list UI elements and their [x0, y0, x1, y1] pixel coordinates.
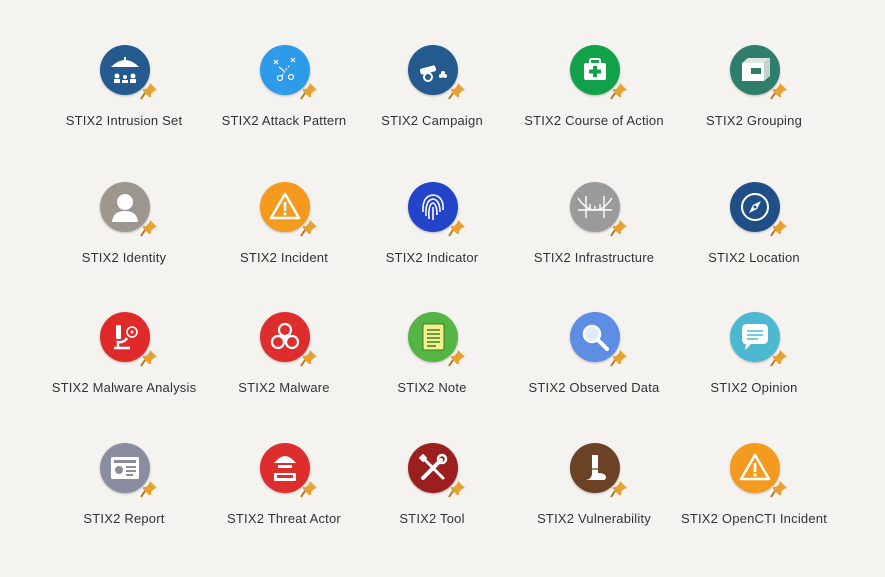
- stix2-observed-data-item[interactable]: STIX2 Observed Data: [514, 312, 674, 412]
- stix2-vulnerability-item[interactable]: STIX2 Vulnerability: [514, 443, 674, 543]
- item-label: STIX2 Note: [397, 380, 467, 395]
- pin-icon[interactable]: [770, 349, 788, 367]
- stix2-malware-analysis-item[interactable]: STIX2 Malware Analysis: [44, 312, 204, 412]
- stix2-note-item[interactable]: STIX2 Note: [352, 312, 512, 412]
- item-label: STIX2 Grouping: [705, 113, 802, 128]
- pin-icon[interactable]: [770, 480, 788, 498]
- pin-icon[interactable]: [610, 349, 628, 367]
- stix2-threat-actor-item[interactable]: STIX2 Threat Actor: [204, 443, 364, 543]
- stix2-report-item[interactable]: STIX2 Report: [44, 443, 204, 543]
- pin-icon[interactable]: [610, 219, 628, 237]
- stix2-grouping-item[interactable]: STIX2 Grouping: [674, 45, 834, 145]
- item-label: STIX2 Opinion: [710, 380, 798, 395]
- stix2-opinion-item[interactable]: STIX2 Opinion: [674, 312, 834, 412]
- stix2-icon-grid: STIX2 Intrusion Set STIX2 Attack Pattern: [0, 0, 885, 577]
- pin-icon[interactable]: [140, 349, 158, 367]
- item-label: STIX2 Course of Action: [524, 113, 664, 128]
- pin-icon[interactable]: [140, 480, 158, 498]
- pin-icon[interactable]: [770, 82, 788, 100]
- item-label: STIX2 Malware Analysis: [51, 380, 197, 395]
- pin-icon[interactable]: [300, 219, 318, 237]
- stix2-tool-item[interactable]: STIX2 Tool: [352, 443, 512, 543]
- item-label: STIX2 Indicator: [385, 250, 479, 265]
- item-label: STIX2 Tool: [399, 511, 465, 526]
- stix2-identity-item[interactable]: STIX2 Identity: [44, 182, 204, 282]
- pin-icon[interactable]: [140, 82, 158, 100]
- item-label: STIX2 Identity: [81, 250, 167, 265]
- pin-icon[interactable]: [300, 480, 318, 498]
- pin-icon[interactable]: [300, 349, 318, 367]
- stix2-malware-item[interactable]: STIX2 Malware: [204, 312, 364, 412]
- pin-icon[interactable]: [448, 349, 466, 367]
- pin-icon[interactable]: [610, 82, 628, 100]
- pin-icon[interactable]: [448, 480, 466, 498]
- item-label: STIX2 Infrastructure: [533, 250, 655, 265]
- item-label: STIX2 Observed Data: [528, 380, 660, 395]
- item-label: STIX2 OpenCTI Incident: [680, 511, 828, 526]
- pin-icon[interactable]: [770, 219, 788, 237]
- stix2-infrastructure-item[interactable]: STIX2 Infrastructure: [514, 182, 674, 282]
- stix2-course-of-action-item[interactable]: STIX2 Course of Action: [514, 45, 674, 145]
- stix2-indicator-item[interactable]: STIX2 Indicator: [352, 182, 512, 282]
- stix2-intrusion-set-item[interactable]: STIX2 Intrusion Set: [44, 45, 204, 145]
- stix2-incident-item[interactable]: STIX2 Incident: [204, 182, 364, 282]
- pin-icon[interactable]: [300, 82, 318, 100]
- pin-icon[interactable]: [140, 219, 158, 237]
- item-label: STIX2 Report: [83, 511, 165, 526]
- stix2-attack-pattern-item[interactable]: STIX2 Attack Pattern: [204, 45, 364, 145]
- item-label: STIX2 Location: [708, 250, 800, 265]
- pin-icon[interactable]: [610, 480, 628, 498]
- pin-icon[interactable]: [448, 219, 466, 237]
- stix2-campaign-item[interactable]: STIX2 Campaign: [352, 45, 512, 145]
- stix2-location-item[interactable]: STIX2 Location: [674, 182, 834, 282]
- item-label: STIX2 Intrusion Set: [65, 113, 183, 128]
- item-label: STIX2 Campaign: [381, 113, 483, 128]
- item-label: STIX2 Vulnerability: [537, 511, 651, 526]
- pin-icon[interactable]: [448, 82, 466, 100]
- stix2-opencti-incident-item[interactable]: STIX2 OpenCTI Incident: [674, 443, 834, 543]
